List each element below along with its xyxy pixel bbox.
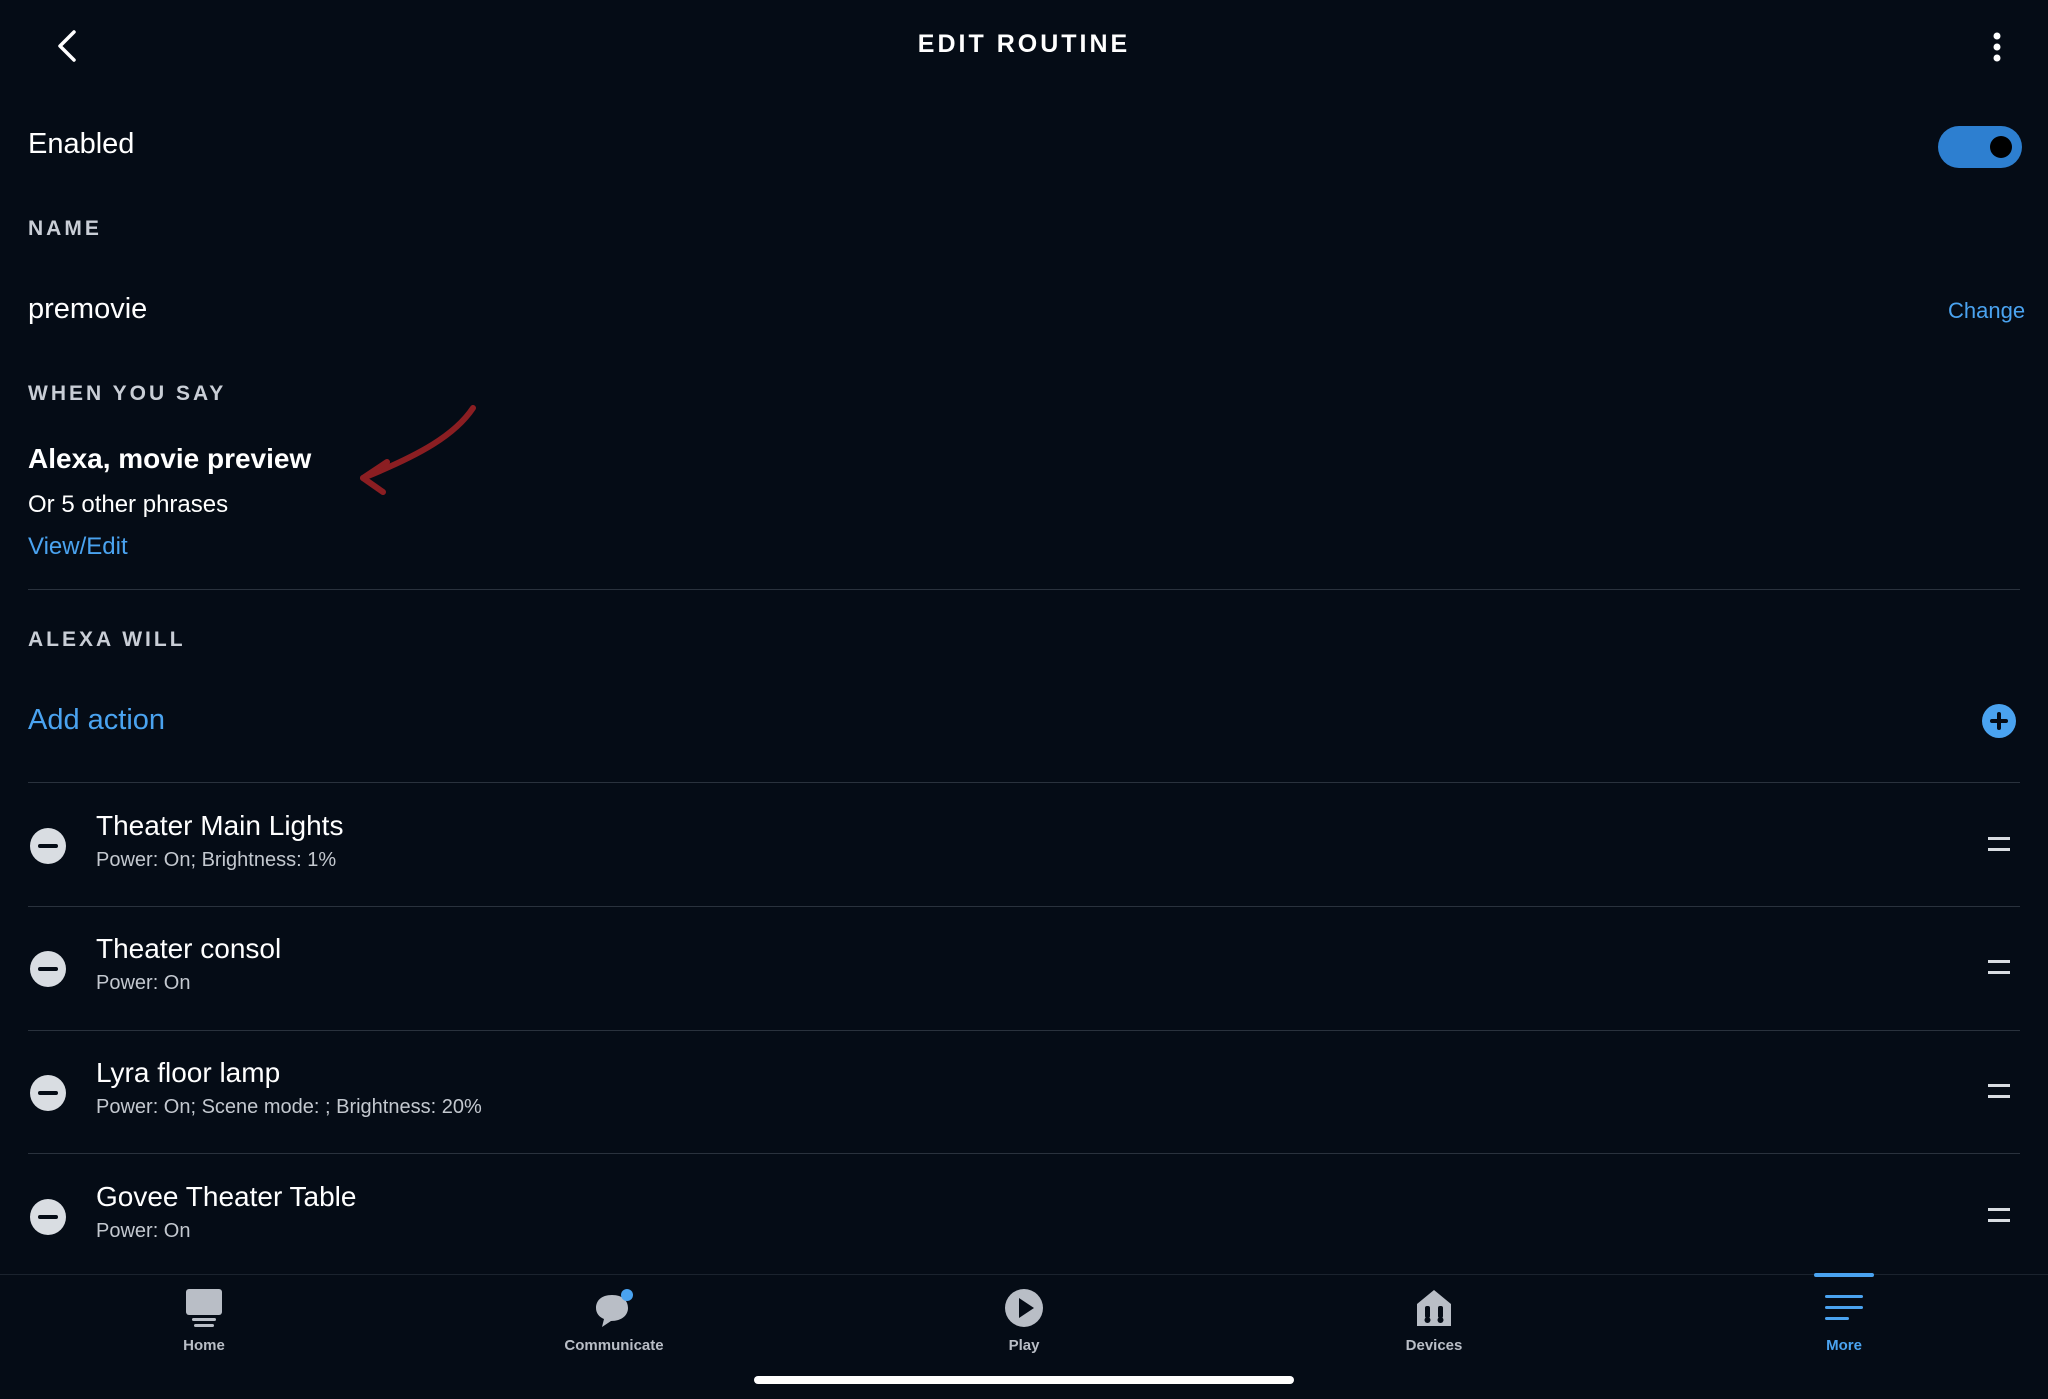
remove-action-icon[interactable] [30, 828, 66, 864]
action-row[interactable]: Lyra floor lamp Power: On; Scene mode: ;… [0, 1031, 2048, 1154]
drag-handle-icon[interactable] [1988, 837, 2010, 851]
view-edit-link[interactable]: View/Edit [28, 533, 128, 561]
nav-devices[interactable]: Devices [1354, 1287, 1514, 1377]
action-detail: Power: On; Scene mode: ; Brightness: 20% [96, 1096, 482, 1118]
action-title: Lyra floor lamp [96, 1057, 281, 1088]
enabled-label: Enabled [28, 128, 135, 160]
home-indicator[interactable] [754, 1376, 1294, 1384]
action-row[interactable]: Theater Main Lights Power: On; Brightnes… [0, 783, 2048, 906]
drag-handle-icon[interactable] [1988, 1208, 2010, 1222]
action-row[interactable]: Theater consol Power: On [0, 907, 2048, 1030]
add-action-link[interactable]: Add action [28, 704, 165, 737]
chat-bubble-icon [596, 1289, 633, 1327]
other-phrases-text: Or 5 other phrases [28, 491, 229, 518]
add-action-plus-icon[interactable] [1981, 703, 2017, 739]
action-detail: Power: On [96, 1220, 191, 1242]
alexa-will-label: ALEXA WILL [28, 628, 186, 651]
change-name-link[interactable]: Change [1948, 298, 2025, 324]
action-row[interactable]: Govee Theater Table Power: On [0, 1154, 2048, 1272]
drag-handle-icon[interactable] [1988, 1084, 2010, 1098]
nav-label: Play [1008, 1337, 1040, 1354]
nav-communicate[interactable]: Communicate [534, 1287, 694, 1377]
menu-lines-icon [1825, 1295, 1863, 1320]
drag-handle-icon[interactable] [1988, 960, 2010, 974]
action-title: Theater Main Lights [96, 810, 344, 841]
nav-home[interactable]: Home [124, 1287, 284, 1377]
page-title: EDIT ROUTINE [917, 30, 1131, 58]
divider [28, 589, 2020, 590]
routine-name: premovie [28, 293, 148, 325]
more-options-icon[interactable] [1982, 28, 2012, 68]
nav-play[interactable]: Play [944, 1287, 1104, 1377]
nav-label: More [1826, 1337, 1862, 1354]
active-tab-indicator [1814, 1273, 1874, 1277]
play-icon [1005, 1289, 1043, 1327]
enabled-toggle[interactable] [1938, 126, 2022, 168]
nav-label: Home [183, 1337, 225, 1354]
action-title: Theater consol [96, 933, 282, 964]
trigger-phrase: Alexa, movie preview [28, 443, 312, 474]
remove-action-icon[interactable] [30, 1075, 66, 1111]
nav-label: Communicate [564, 1337, 664, 1354]
nav-label: Devices [1405, 1337, 1463, 1354]
action-title: Govee Theater Table [96, 1181, 357, 1212]
name-section-label: NAME [28, 217, 102, 240]
when-you-say-label: WHEN YOU SAY [28, 382, 227, 405]
action-detail: Power: On; Brightness: 1% [96, 849, 337, 871]
action-detail: Power: On [96, 972, 191, 994]
nav-more[interactable]: More [1764, 1287, 1924, 1377]
home-icon [186, 1289, 222, 1327]
notification-badge [621, 1289, 633, 1301]
toggle-knob [1990, 136, 2012, 158]
devices-house-icon [1417, 1290, 1451, 1326]
remove-action-icon[interactable] [30, 951, 66, 987]
remove-action-icon[interactable] [30, 1199, 66, 1235]
annotation-arrow [360, 405, 476, 495]
